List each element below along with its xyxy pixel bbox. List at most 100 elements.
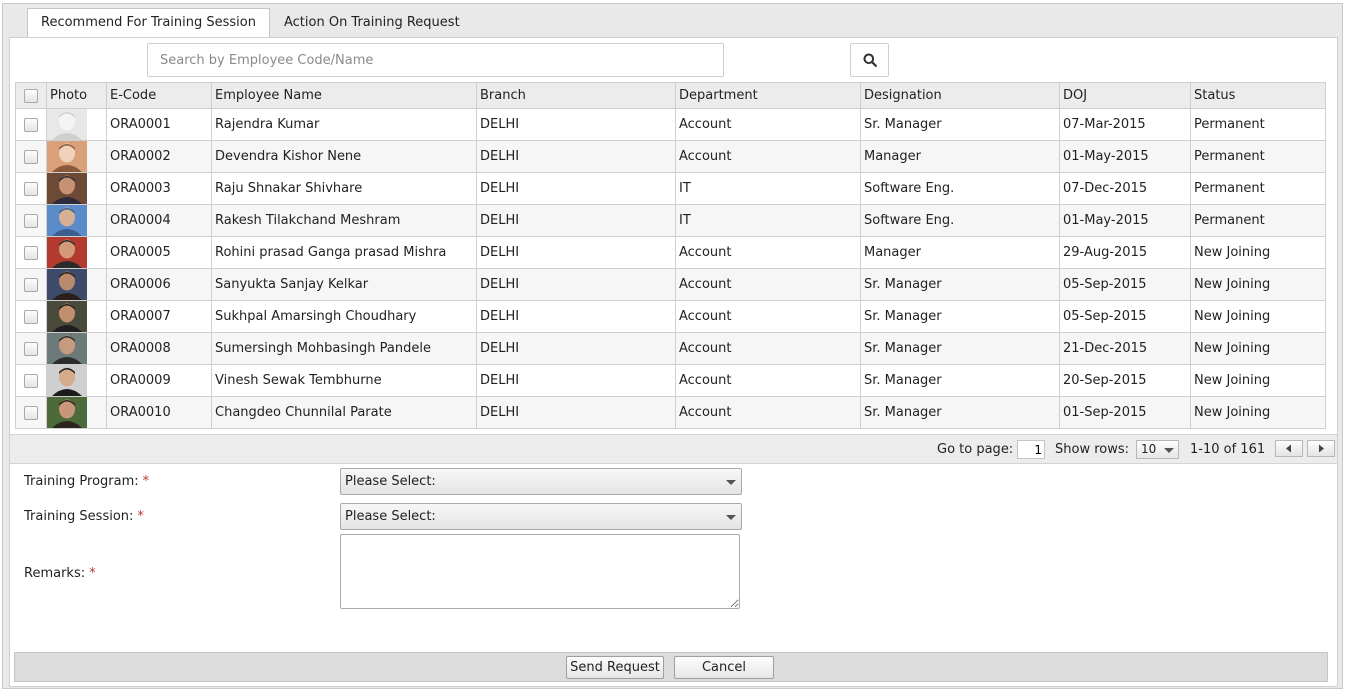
ecode-cell: ORA0001 (106, 108, 212, 141)
employee-photo (47, 205, 87, 236)
table-row[interactable]: ORA0002 Devendra Kishor Nene DELHI Account M… (15, 140, 1326, 173)
status-cell: New Joining (1190, 332, 1326, 365)
required-mark: * (137, 509, 144, 524)
branch-cell: DELHI (476, 108, 676, 141)
remarks-textarea[interactable] (340, 534, 740, 609)
photo-cell (46, 268, 107, 301)
designation-cell: Manager (860, 236, 1060, 269)
chevron-down-icon (1164, 448, 1174, 453)
column-header-branch[interactable]: Branch (476, 82, 676, 109)
table-body: ORA0001 Rajendra Kumar DELHI Account Sr. Man… (15, 108, 1326, 429)
cancel-button[interactable]: Cancel (674, 656, 774, 679)
row-checkbox[interactable] (24, 277, 38, 292)
branch-cell: DELHI (476, 204, 676, 237)
show-rows-select[interactable]: 10 (1136, 440, 1179, 459)
row-select-cell (15, 396, 47, 429)
department-cell: Account (675, 268, 861, 301)
column-header-department[interactable]: Department (675, 82, 861, 109)
training-session-value: Please Select: (345, 509, 436, 524)
remarks-label: Remarks: * (24, 566, 96, 581)
department-cell: IT (675, 204, 861, 237)
status-cell: New Joining (1190, 364, 1326, 397)
column-header-photo[interactable]: Photo (46, 82, 107, 109)
status-cell: New Joining (1190, 236, 1326, 269)
status-cell: New Joining (1190, 300, 1326, 333)
row-select-cell (15, 332, 47, 365)
employee-photo (47, 237, 87, 268)
employee-name-cell: Rajendra Kumar (211, 108, 477, 141)
branch-cell: DELHI (476, 140, 676, 173)
table-row[interactable]: ORA0005 Rohini prasad Ganga prasad Mishra… (15, 236, 1326, 269)
table-row[interactable]: ORA0010 Changdeo Chunnilal Parate DELHI Acc… (15, 396, 1326, 429)
doj-cell: 07-Dec-2015 (1059, 172, 1191, 205)
table-header-row: Photo E-Code Employee Name Branch Depart… (15, 82, 1326, 109)
send-request-button[interactable]: Send Request (566, 656, 664, 679)
row-checkbox[interactable] (24, 405, 38, 420)
photo-cell (46, 140, 107, 173)
employee-name-cell: Changdeo Chunnilal Parate (211, 396, 477, 429)
app-frame: Recommend For Training Session Action On… (2, 3, 1343, 689)
column-header-employee-name[interactable]: Employee Name (211, 82, 477, 109)
column-header-designation[interactable]: Designation (860, 82, 1060, 109)
row-checkbox[interactable] (24, 149, 38, 164)
next-page-button[interactable] (1307, 440, 1335, 457)
row-checkbox[interactable] (24, 117, 38, 132)
photo-cell (46, 204, 107, 237)
training-session-select[interactable]: Please Select: (340, 503, 742, 530)
row-checkbox[interactable] (24, 245, 38, 260)
ecode-cell: ORA0002 (106, 140, 212, 173)
department-cell: Account (675, 236, 861, 269)
ecode-cell: ORA0007 (106, 300, 212, 333)
department-cell: Account (675, 140, 861, 173)
training-program-label-text: Training Program: (24, 474, 139, 489)
status-cell: Permanent (1190, 140, 1326, 173)
employee-name-cell: Devendra Kishor Nene (211, 140, 477, 173)
row-checkbox[interactable] (24, 309, 38, 324)
ecode-cell: ORA0009 (106, 364, 212, 397)
chevron-down-icon (726, 515, 736, 520)
select-all-checkbox[interactable] (24, 88, 38, 103)
table-row[interactable]: ORA0008 Sumersingh Mohbasingh Pandele DELH… (15, 332, 1326, 365)
tab-recommend-training-session[interactable]: Recommend For Training Session (27, 8, 270, 39)
photo-cell (46, 172, 107, 205)
show-rows-value: 10 (1141, 442, 1157, 456)
table-row[interactable]: ORA0009 Vinesh Sewak Tembhurne DELHI Accoun… (15, 364, 1326, 397)
row-checkbox[interactable] (24, 181, 38, 196)
branch-cell: DELHI (476, 172, 676, 205)
tab-content-panel: Photo E-Code Employee Name Branch Depart… (9, 37, 1338, 687)
row-checkbox[interactable] (24, 341, 38, 356)
table-row[interactable]: ORA0001 Rajendra Kumar DELHI Account Sr. Man… (15, 108, 1326, 141)
row-select-cell (15, 108, 47, 141)
table-row[interactable]: ORA0003 Raju Shnakar Shivhare DELHI IT Softw… (15, 172, 1326, 205)
ecode-cell: ORA0006 (106, 268, 212, 301)
doj-cell: 01-Sep-2015 (1059, 396, 1191, 429)
row-checkbox[interactable] (24, 213, 38, 228)
employee-photo (47, 365, 87, 396)
row-select-cell (15, 268, 47, 301)
row-checkbox[interactable] (24, 373, 38, 388)
photo-cell (46, 364, 107, 397)
ecode-cell: ORA0008 (106, 332, 212, 365)
prev-page-button[interactable] (1275, 440, 1303, 457)
branch-cell: DELHI (476, 332, 676, 365)
row-select-cell (15, 236, 47, 269)
photo-cell (46, 108, 107, 141)
column-header-status[interactable]: Status (1190, 82, 1326, 109)
required-mark: * (142, 474, 150, 489)
doj-cell: 05-Sep-2015 (1059, 300, 1191, 333)
column-header-ecode[interactable]: E-Code (106, 82, 212, 109)
search-button[interactable] (850, 43, 889, 77)
table-row[interactable]: ORA0006 Sanyukta Sanjay Kelkar DELHI Accoun… (15, 268, 1326, 301)
show-rows-label: Show rows: (1055, 442, 1130, 457)
designation-cell: Software Eng. (860, 204, 1060, 237)
branch-cell: DELHI (476, 300, 676, 333)
table-row[interactable]: ORA0004 Rakesh Tilakchand Meshram DELHI IT S… (15, 204, 1326, 237)
search-input[interactable] (147, 43, 724, 77)
tab-action-on-training-request[interactable]: Action On Training Request (270, 8, 474, 37)
table-row[interactable]: ORA0007 Sukhpal Amarsingh Choudhary DELHI A… (15, 300, 1326, 333)
employee-photo (47, 109, 87, 140)
goto-page-label: Go to page: (937, 442, 1014, 457)
column-header-doj[interactable]: DOJ (1059, 82, 1191, 109)
goto-page-input[interactable] (1017, 440, 1045, 459)
training-program-select[interactable]: Please Select: (340, 468, 742, 495)
